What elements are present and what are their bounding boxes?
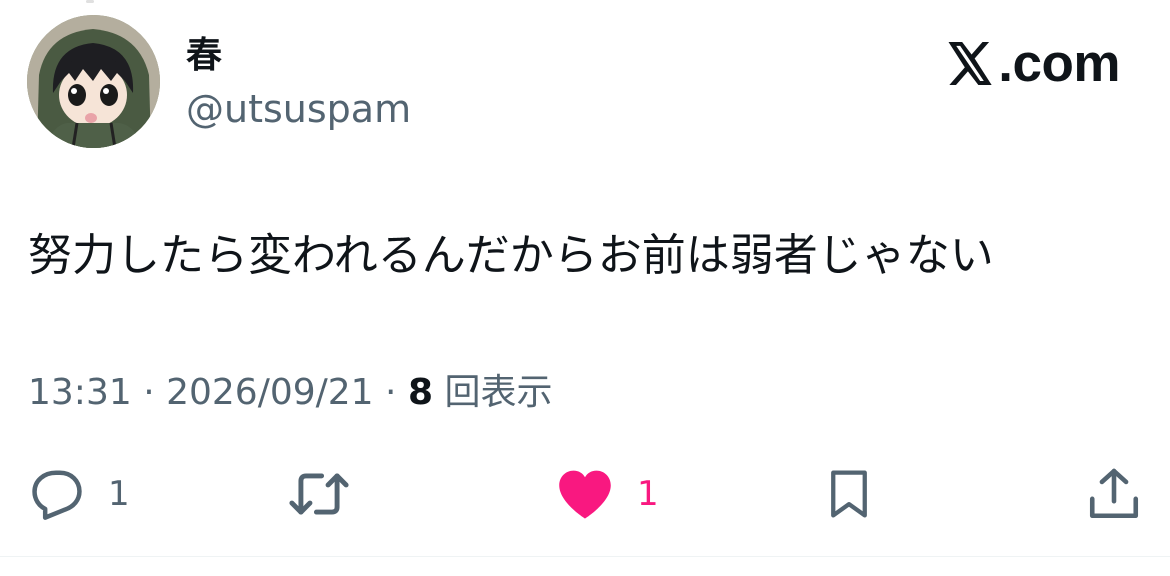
like-count: 1 bbox=[637, 474, 659, 514]
repost-icon bbox=[289, 473, 349, 515]
brand-logo: .com bbox=[946, 36, 1120, 92]
brand-text: .com bbox=[998, 34, 1120, 93]
tweet-text: 努力したら変われるんだからお前は弱者じゃない bbox=[28, 230, 994, 281]
divider bbox=[0, 556, 1170, 557]
avatar[interactable] bbox=[27, 15, 160, 148]
bookmark-button[interactable] bbox=[822, 466, 876, 522]
reply-icon bbox=[32, 470, 82, 520]
display-name[interactable]: 春 bbox=[186, 34, 222, 78]
views-label: 回表示 bbox=[433, 372, 553, 413]
like-button[interactable]: 1 bbox=[555, 466, 659, 522]
reply-button[interactable]: 1 bbox=[28, 466, 130, 522]
meta-separator: · bbox=[131, 372, 167, 413]
tweet-date[interactable]: 2026/09/21 bbox=[166, 372, 374, 413]
tweet-meta: 13:31 · 2026/09/21 · 8 回表示 bbox=[28, 370, 552, 416]
share-button[interactable] bbox=[1085, 466, 1143, 522]
repost-button[interactable] bbox=[288, 466, 372, 522]
views-count: 8 bbox=[407, 372, 433, 413]
heart-icon bbox=[559, 470, 611, 519]
top-edge-mark bbox=[86, 0, 94, 3]
tweet-time[interactable]: 13:31 bbox=[28, 372, 132, 413]
reply-count: 1 bbox=[108, 474, 130, 514]
anime-character-avatar-icon bbox=[27, 15, 160, 148]
x-logo-icon bbox=[948, 42, 992, 85]
meta-separator: · bbox=[373, 372, 408, 413]
share-icon bbox=[1089, 468, 1139, 519]
user-handle[interactable]: @utsuspam bbox=[186, 86, 411, 132]
bookmark-icon bbox=[831, 470, 867, 518]
